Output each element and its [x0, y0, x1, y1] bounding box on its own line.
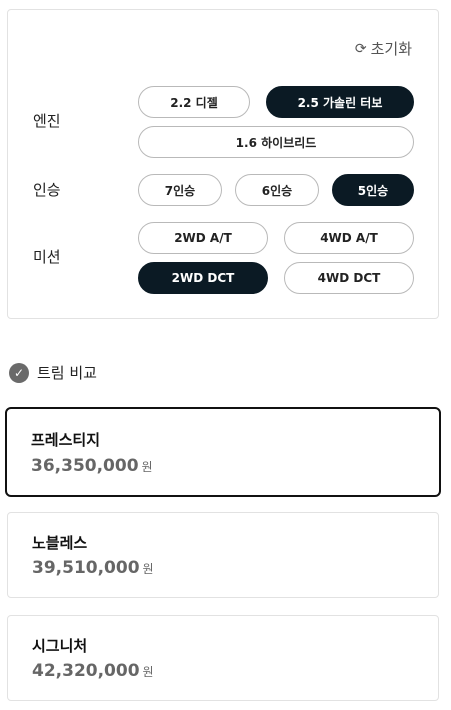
- trim-price-value: 39,510,000: [32, 558, 140, 578]
- trim-price-value: 36,350,000: [31, 456, 139, 476]
- seats-option-5[interactable]: 5인승: [332, 174, 414, 206]
- engine-option-diesel[interactable]: 2.2 디젤: [138, 86, 250, 118]
- seats-option-6[interactable]: 6인승: [235, 174, 319, 206]
- trim-card-signature[interactable]: 시그니처 42,320,000 원: [7, 615, 439, 701]
- trim-name: 시그니처: [32, 637, 88, 655]
- trim-price-value: 42,320,000: [32, 661, 140, 681]
- trim-name: 노블레스: [32, 534, 88, 552]
- mission-option-4wd-at[interactable]: 4WD A/T: [284, 222, 414, 254]
- seats-label: 인승: [33, 181, 61, 199]
- mission-option-4wd-dct[interactable]: 4WD DCT: [284, 262, 414, 294]
- trim-price-unit: 원: [142, 665, 154, 679]
- trim-card-noblesse[interactable]: 노블레스 39,510,000 원: [7, 512, 439, 598]
- trim-filter-panel: ⟳ 초기화 엔진 2.2 디젤 2.5 가솔린 터보 1.6 하이브리드 인승 …: [7, 9, 439, 319]
- trim-price: 36,350,000 원: [31, 456, 153, 476]
- trim-price-unit: 원: [141, 460, 153, 474]
- mission-label: 미션: [33, 248, 61, 266]
- trim-price: 42,320,000 원: [32, 661, 154, 681]
- trim-name: 프레스티지: [31, 431, 101, 449]
- reset-label: 초기화: [370, 40, 412, 58]
- trim-price-unit: 원: [142, 562, 154, 576]
- trim-compare-label: 트림 비교: [37, 364, 97, 382]
- refresh-icon: ⟳: [354, 40, 367, 57]
- trim-compare-toggle[interactable]: ✓ 트림 비교: [9, 362, 97, 383]
- trim-card-prestige[interactable]: 프레스티지 36,350,000 원: [5, 407, 441, 497]
- trim-price: 39,510,000 원: [32, 558, 154, 578]
- engine-label: 엔진: [33, 112, 61, 130]
- reset-button[interactable]: ⟳ 초기화: [355, 38, 412, 59]
- mission-option-2wd-at[interactable]: 2WD A/T: [138, 222, 268, 254]
- engine-option-gasoline-turbo[interactable]: 2.5 가솔린 터보: [266, 86, 414, 118]
- seats-option-7[interactable]: 7인승: [138, 174, 222, 206]
- engine-option-hybrid[interactable]: 1.6 하이브리드: [138, 126, 414, 158]
- mission-option-2wd-dct[interactable]: 2WD DCT: [138, 262, 268, 294]
- check-circle-icon: ✓: [9, 362, 29, 383]
